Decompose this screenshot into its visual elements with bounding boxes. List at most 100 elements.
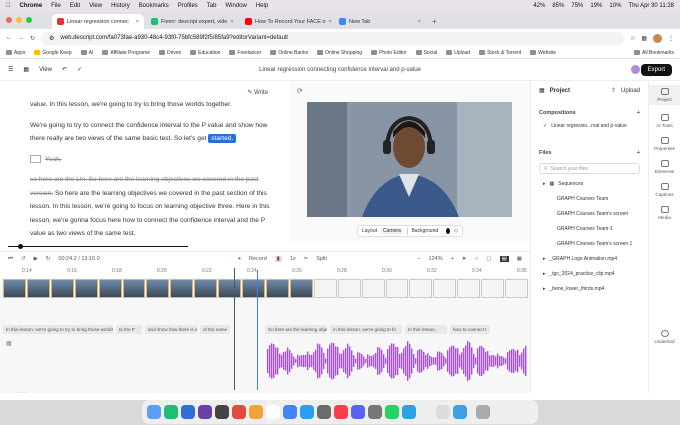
audio-waveform[interactable] xyxy=(265,341,528,381)
video-preview[interactable] xyxy=(307,102,512,217)
forward-icon[interactable]: ↻ xyxy=(46,256,51,262)
caption-chip[interactable]: So here are the learning objectives we c… xyxy=(265,325,327,334)
caption-track[interactable]: In this lesson, we're going to try to br… xyxy=(3,325,528,334)
menu-bookmarks[interactable]: Bookmarks xyxy=(139,3,169,9)
bookmark-online-banks[interactable]: Online Banks xyxy=(270,50,308,56)
menu-profiles[interactable]: Profiles xyxy=(178,3,198,9)
rail-elements[interactable]: Elements xyxy=(649,160,680,174)
upwork-icon[interactable] xyxy=(164,405,178,419)
video-thumbnail[interactable] xyxy=(146,279,170,298)
all-bookmarks[interactable]: All Bookmarks xyxy=(634,50,674,56)
video-thumbnail[interactable] xyxy=(50,279,74,298)
files-search-input[interactable]: ⚲ Search your files xyxy=(539,163,640,174)
video-thumbnail[interactable] xyxy=(98,279,122,298)
settings-icon[interactable] xyxy=(317,405,331,419)
speed-button[interactable]: 1x xyxy=(290,256,296,262)
rail-captions[interactable]: Captions xyxy=(649,183,680,197)
file-item[interactable]: GRAPH Courses Team-1 xyxy=(531,223,648,235)
close-window-icon[interactable] xyxy=(6,17,12,23)
finder-icon[interactable] xyxy=(147,405,161,419)
menu-file[interactable]: File xyxy=(51,3,61,9)
video-thumbnail[interactable] xyxy=(289,279,313,298)
bookmark-affiliate[interactable]: Affiliate Programe xyxy=(102,50,150,56)
forward-icon[interactable]: → xyxy=(18,35,24,41)
playhead[interactable] xyxy=(257,270,258,390)
close-icon[interactable]: × xyxy=(230,19,233,25)
caption-chip[interactable]: and show how there is a xyxy=(145,325,197,334)
view-menu[interactable]: View xyxy=(39,67,52,73)
caption-chip[interactable]: In this lesson, xyxy=(405,325,447,334)
zoom-window-icon[interactable] xyxy=(26,17,32,23)
video-thumbnail[interactable] xyxy=(313,279,337,298)
bookmark-ai[interactable]: AI xyxy=(80,50,93,56)
terminal-icon[interactable] xyxy=(368,405,382,419)
cursor-tool-icon[interactable]: ➤ xyxy=(462,256,467,262)
reload-icon[interactable]: ↻ xyxy=(30,35,35,42)
caption-chip[interactable]: In this lesson, we're going to fo xyxy=(330,325,402,334)
trim-icon[interactable]: ▮ xyxy=(274,256,282,262)
video-thumbnail[interactable] xyxy=(481,279,505,298)
omnibox[interactable]: ⚙ web.descript.com/fa073fae-a930-48c4-93… xyxy=(41,31,624,45)
upload-button[interactable]: Upload xyxy=(621,88,640,94)
menu-help[interactable]: Help xyxy=(256,3,268,9)
bookmark-social[interactable]: Social xyxy=(415,50,437,56)
bookmark-stock-torrent[interactable]: Stock & Torrent xyxy=(479,50,521,56)
zoom-in-icon[interactable]: + xyxy=(451,256,454,262)
caption-chip[interactable]: In this lesson, we're going to try to br… xyxy=(3,325,113,334)
profile-avatar[interactable] xyxy=(653,33,662,43)
undo-icon[interactable]: ↶ xyxy=(62,66,67,73)
export-button[interactable]: Export xyxy=(640,63,672,76)
calendar-icon[interactable] xyxy=(436,405,450,419)
rail-media[interactable]: Media xyxy=(649,206,680,220)
apple-icon[interactable]:  xyxy=(6,3,11,9)
word-icon[interactable] xyxy=(181,405,195,419)
discord-icon[interactable] xyxy=(351,405,365,419)
menu-window[interactable]: Window xyxy=(225,3,246,9)
hamburger-icon[interactable]: ☰ xyxy=(8,66,13,73)
bookmark-freelancer[interactable]: Freelancer xyxy=(229,50,261,56)
bookmark-photo-editor[interactable]: Photo Editor xyxy=(371,50,407,56)
vlc-icon[interactable] xyxy=(249,405,263,419)
tab-youtube[interactable]: How To Record Your FACE o × xyxy=(240,14,332,29)
caption-chip[interactable]: of the same xyxy=(200,325,230,334)
video-thumbnail[interactable] xyxy=(385,279,409,298)
transcript-editor[interactable]: ✎ Write value. In this lesson, we're goi… xyxy=(0,81,290,243)
transcript-paragraph[interactable]: We're going to try to connect the confid… xyxy=(30,119,270,146)
safari-icon[interactable] xyxy=(300,405,314,419)
bookmark-education[interactable]: Education xyxy=(190,50,220,56)
split-label[interactable]: Split xyxy=(316,256,327,262)
chrome-icon[interactable] xyxy=(283,405,297,419)
deleted-text[interactable]: Yeah, xyxy=(45,156,62,163)
video-thumbnail[interactable] xyxy=(122,279,146,298)
video-thumbnail[interactable] xyxy=(26,279,50,298)
tab-fiverr[interactable]: Fiverr: descript expert, vide × xyxy=(146,14,238,29)
zoom-level[interactable]: 124% xyxy=(429,256,443,262)
write-button[interactable]: ✎ Write xyxy=(247,87,268,101)
timeline-view-icon[interactable]: ▤ xyxy=(499,256,509,262)
file-item[interactable]: GRAPH Courses Team's screen xyxy=(531,208,648,220)
caption-chip[interactable]: how to connect t xyxy=(450,325,490,334)
telegram-icon[interactable] xyxy=(402,405,416,419)
file-item[interactable]: ▸ _GRAPH Logo Animation.mp4 xyxy=(531,253,648,265)
premiere-icon[interactable] xyxy=(198,405,212,419)
transcript-paragraph[interactable]: Yeah, xyxy=(30,153,270,167)
add-file-icon[interactable]: + xyxy=(637,150,640,156)
bookmark-online-shopping[interactable]: Online Shopping xyxy=(317,50,362,56)
chrome-menu-icon[interactable]: ⋮ xyxy=(668,35,674,42)
fullscreen-icon[interactable]: ⟳ xyxy=(297,87,303,95)
video-thumbnail[interactable] xyxy=(265,279,289,298)
back-icon[interactable]: ← xyxy=(6,35,12,41)
bookmark-star-icon[interactable]: ☆ xyxy=(630,35,635,42)
file-item[interactable]: ▸ _bene_lower_thirds.mp4 xyxy=(531,283,648,295)
scrubber-knob[interactable] xyxy=(18,244,23,249)
timeline-ruler[interactable]: 0:14 0:16 0:18 0:20 0:22 0:24 0:26 0:28 0:30 0:32… xyxy=(0,266,530,278)
trash-icon[interactable] xyxy=(476,405,490,419)
davinci-icon[interactable] xyxy=(215,405,229,419)
add-composition-icon[interactable]: + xyxy=(637,110,640,116)
music-icon[interactable] xyxy=(334,405,348,419)
menu-tab[interactable]: Tab xyxy=(207,3,217,9)
firefox-icon[interactable] xyxy=(232,405,246,419)
video-thumbnail[interactable] xyxy=(3,279,26,298)
file-item[interactable]: ▸ _tgc_2024_practice_clip.mp4 xyxy=(531,268,648,280)
video-thumbnail[interactable] xyxy=(337,279,361,298)
